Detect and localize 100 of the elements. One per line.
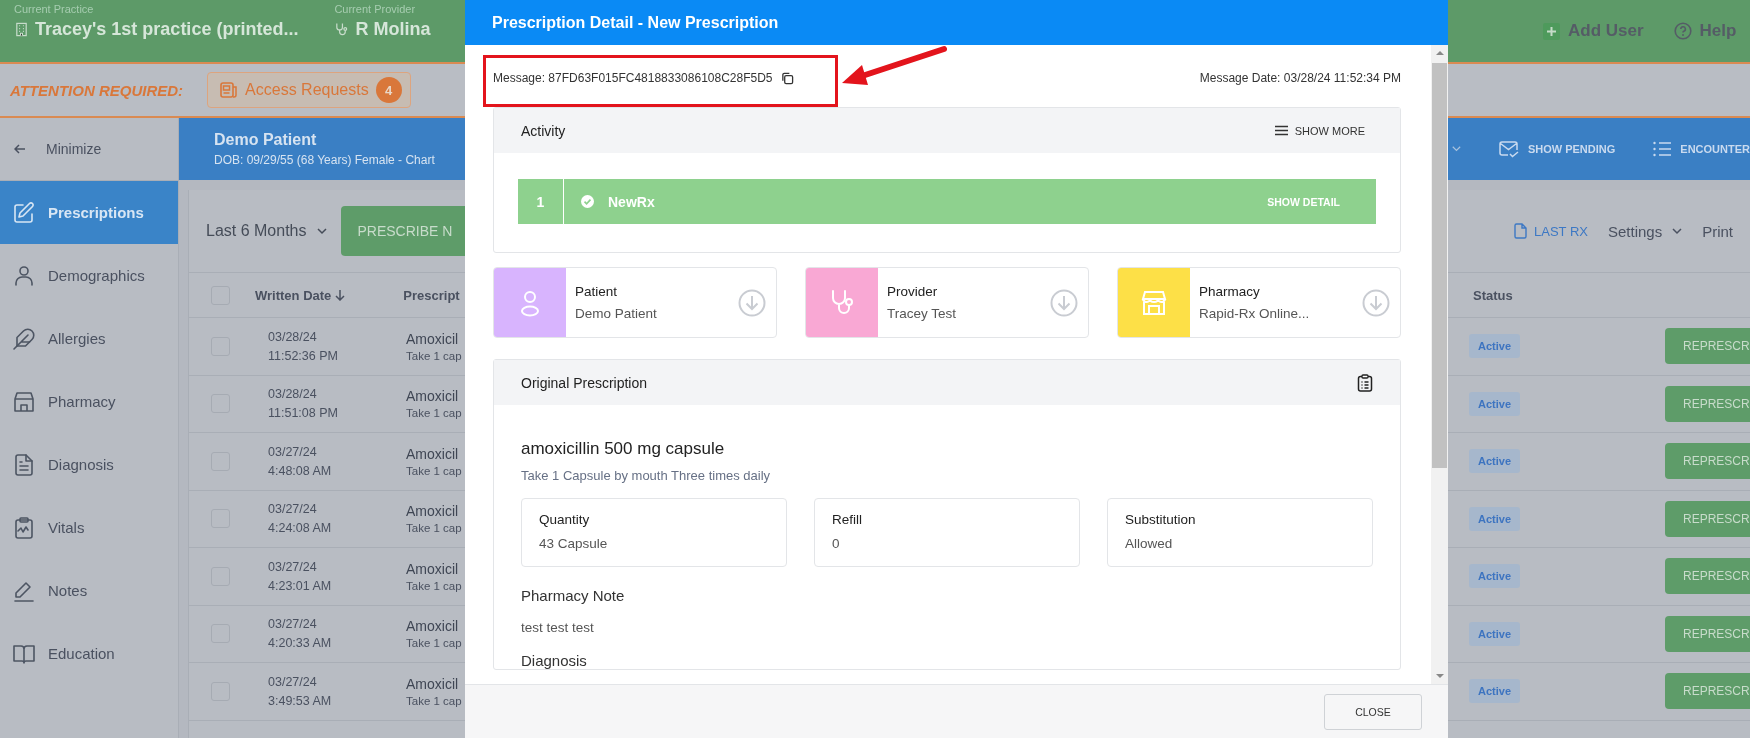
scrollbar[interactable] bbox=[1431, 45, 1448, 684]
field-label: Substitution bbox=[1125, 512, 1197, 527]
status-badge: Active bbox=[1469, 564, 1521, 589]
clipboard-icon bbox=[12, 515, 36, 540]
sidebar-item[interactable]: Vitals bbox=[0, 496, 178, 559]
range-dropdown[interactable]: Last 6 Months bbox=[189, 222, 327, 240]
header-link[interactable]: Help bbox=[1673, 21, 1737, 41]
menu-icon bbox=[1274, 125, 1288, 136]
newspaper-icon bbox=[220, 82, 239, 98]
chevron-down-icon bbox=[1672, 227, 1683, 235]
download-icon[interactable] bbox=[1362, 288, 1390, 317]
party-title: Provider bbox=[887, 284, 939, 299]
status-badge: Active bbox=[1469, 391, 1521, 416]
section-heading: Diagnosis bbox=[521, 652, 588, 669]
drug-name: amoxicillin 500 mg capsule bbox=[521, 439, 726, 459]
represcribe-button[interactable]: REPRESCR bbox=[1665, 385, 1750, 422]
copy-icon[interactable] bbox=[780, 71, 794, 85]
status-badge: Active bbox=[1469, 334, 1521, 359]
settings-dropdown[interactable]: Settings bbox=[1607, 222, 1683, 240]
column-header[interactable]: Prescript bbox=[403, 287, 460, 303]
sidebar-item[interactable]: Demographics bbox=[0, 244, 178, 307]
banner-action[interactable]: SHOW PENDING bbox=[1498, 140, 1616, 158]
sig-text: Take 1 cap bbox=[406, 579, 462, 592]
show-more-button[interactable]: SHOW MORE bbox=[1274, 124, 1373, 137]
party-name: Demo Patient bbox=[575, 306, 658, 321]
represcribe-button[interactable]: REPRESCR bbox=[1665, 328, 1750, 365]
access-requests-button[interactable]: Access Requests 4 bbox=[207, 72, 411, 108]
sidebar-item[interactable]: Notes bbox=[0, 559, 178, 622]
card-title: Activity bbox=[521, 122, 566, 139]
represcribe-button[interactable]: REPRESCR bbox=[1665, 558, 1750, 595]
sidebar-item[interactable]: Diagnosis bbox=[0, 433, 178, 496]
chevron-down-icon[interactable] bbox=[1452, 145, 1461, 153]
time-cell-text: 3:49:53 AM bbox=[268, 693, 333, 708]
date-cell-text: 03/27/24 bbox=[268, 674, 318, 689]
date-cell-text: 03/27/24 bbox=[268, 444, 318, 459]
step-number: 1 bbox=[518, 179, 564, 224]
date-cell-text: 03/27/24 bbox=[268, 617, 318, 632]
building-icon bbox=[14, 22, 29, 37]
sidebar-item[interactable]: Education bbox=[0, 622, 178, 685]
provider-label: Current Provider bbox=[334, 3, 417, 15]
sig-text: Take 1 cap bbox=[406, 464, 462, 477]
practice-label: Current Practice bbox=[14, 3, 95, 15]
provider-name[interactable]: R Molina bbox=[355, 19, 431, 40]
drug-name: Amoxicil bbox=[406, 503, 460, 520]
chevron-down-icon bbox=[316, 227, 327, 235]
header-link[interactable]: Add User bbox=[1543, 21, 1644, 41]
represcribe-button[interactable]: REPRESCR bbox=[1665, 673, 1750, 710]
store-icon bbox=[12, 389, 36, 414]
represcribe-button[interactable]: REPRESCR bbox=[1665, 500, 1750, 537]
download-icon[interactable] bbox=[738, 288, 766, 317]
drug-name: Amoxicil bbox=[406, 560, 460, 577]
sidebar-item[interactable]: Pharmacy bbox=[0, 370, 178, 433]
sig-text: Take 1 Capsule by mouth Three times daily bbox=[521, 468, 772, 483]
column-header[interactable]: Status bbox=[1473, 287, 1513, 303]
sidebar-item[interactable]: Allergies bbox=[0, 307, 178, 370]
sig-text: Take 1 cap bbox=[406, 637, 462, 650]
attention-label: ATTENTION REQUIRED: bbox=[10, 81, 184, 99]
field-value: 0 bbox=[832, 536, 841, 551]
sig-text: Take 1 cap bbox=[406, 349, 462, 362]
show-detail-button[interactable]: SHOW DETAIL bbox=[1261, 194, 1346, 209]
status-badge: Active bbox=[1469, 621, 1521, 646]
check-circle-icon bbox=[581, 195, 594, 208]
plus-icon bbox=[1543, 22, 1560, 40]
mail-check-icon bbox=[1498, 140, 1519, 158]
message-id: Message: 87FD63F015FC4818833086108C28F5D5 bbox=[493, 71, 773, 85]
time-cell-text: 11:52:36 PM bbox=[268, 348, 339, 363]
patient-name: Demo Patient bbox=[214, 131, 318, 149]
feather-icon bbox=[12, 326, 36, 351]
arrow-left-icon bbox=[14, 144, 26, 154]
download-icon[interactable] bbox=[1050, 288, 1078, 317]
pharmacy-note: test test test bbox=[521, 620, 595, 635]
represcribe-button[interactable]: REPRESCR bbox=[1665, 443, 1750, 480]
drug-name: Amoxicil bbox=[406, 445, 460, 462]
print-button[interactable]: Print bbox=[1702, 222, 1733, 240]
represcribe-button[interactable]: REPRESCR bbox=[1665, 615, 1750, 652]
banner-action[interactable]: ENCOUNTER bbox=[1653, 141, 1750, 157]
sig-text: Take 1 cap bbox=[406, 694, 462, 707]
prescribe-button[interactable]: PRESCRIBE N bbox=[340, 206, 465, 256]
practice-name[interactable]: Tracey's 1st practice (printed... bbox=[35, 19, 299, 40]
last-rx-button[interactable]: LAST RX bbox=[1514, 223, 1588, 239]
document-icon bbox=[1514, 223, 1527, 239]
drug-name: Amoxicil bbox=[406, 675, 460, 692]
drug-name: Amoxicil bbox=[406, 618, 460, 635]
column-header[interactable]: Written Date bbox=[255, 287, 332, 303]
date-cell-text: 03/28/24 bbox=[268, 387, 318, 402]
clipboard-list-icon[interactable] bbox=[1357, 373, 1373, 392]
sidebar-item[interactable]: Prescriptions bbox=[0, 181, 178, 244]
sig-text: Take 1 cap bbox=[406, 407, 462, 420]
field-value: Allowed bbox=[1125, 536, 1174, 551]
person-icon bbox=[12, 263, 36, 288]
edit-icon bbox=[12, 200, 36, 225]
party-title: Pharmacy bbox=[1199, 284, 1261, 299]
time-cell-text: 4:48:08 AM bbox=[268, 463, 333, 478]
document-icon bbox=[12, 452, 36, 477]
party-name: Tracey Test bbox=[887, 306, 958, 321]
section-heading: Pharmacy Note bbox=[521, 587, 626, 604]
close-button[interactable]: CLOSE bbox=[1324, 693, 1422, 730]
list-icon bbox=[1653, 141, 1672, 157]
stethoscope-icon bbox=[334, 22, 350, 37]
date-cell-text: 03/27/24 bbox=[268, 502, 318, 517]
